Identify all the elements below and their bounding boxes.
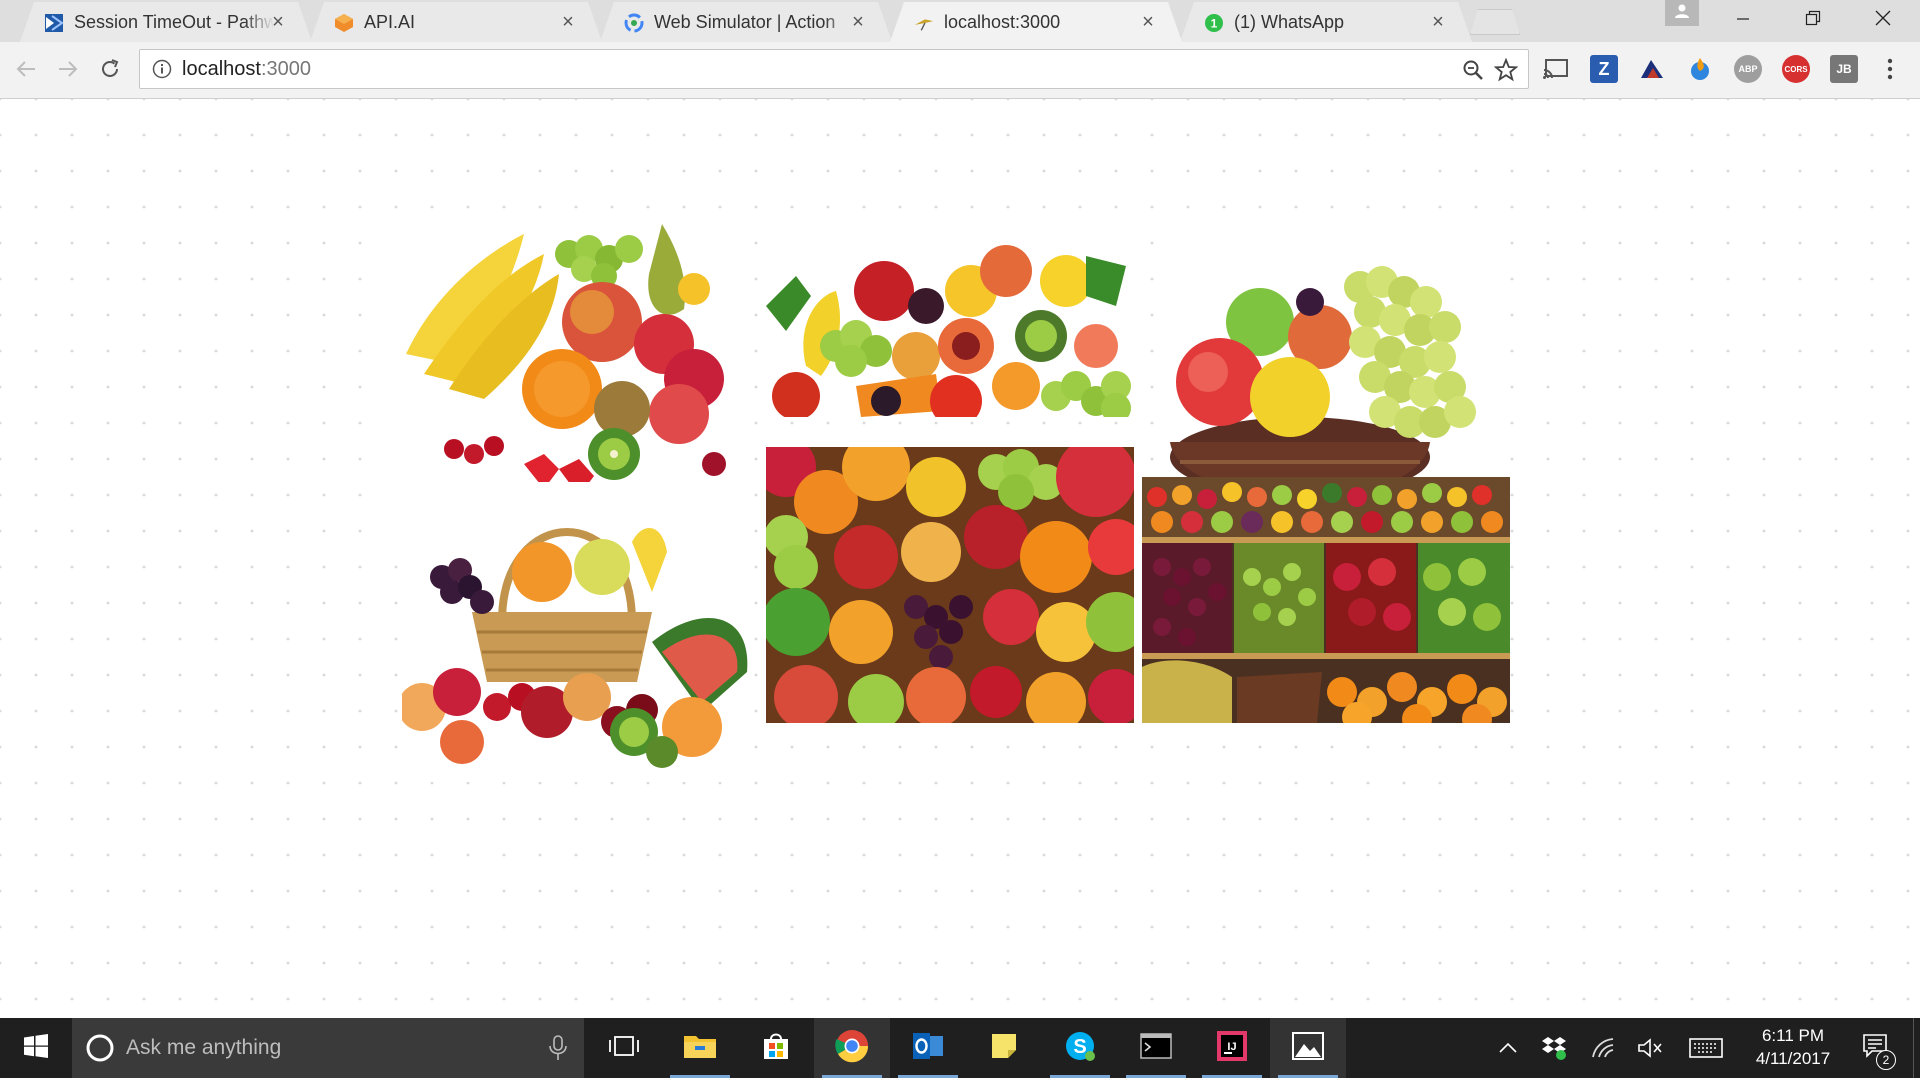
fruit-image-5[interactable]: [766, 447, 1134, 723]
show-hidden-icons-chevron-icon[interactable]: [1494, 1034, 1522, 1062]
fruit-image-4[interactable]: [402, 482, 754, 782]
wifi-icon[interactable]: [1590, 1034, 1618, 1062]
tab-title: localhost:3000: [944, 12, 1061, 32]
store-button[interactable]: [738, 1018, 814, 1078]
menu-dots-icon[interactable]: [1880, 55, 1900, 83]
extension-icon[interactable]: [1686, 55, 1714, 83]
info-icon[interactable]: [152, 59, 172, 79]
address-bar[interactable]: localhost:3000: [139, 49, 1529, 89]
url-text[interactable]: localhost:3000: [182, 58, 311, 81]
back-button[interactable]: [10, 55, 42, 87]
microphone-icon[interactable]: [548, 1034, 568, 1062]
close-window-button[interactable]: [1850, 0, 1916, 40]
tab-close-icon[interactable]: ×: [558, 11, 578, 33]
fruit-image-2[interactable]: [766, 236, 1134, 417]
extension-icon[interactable]: [1638, 55, 1666, 83]
photos-button[interactable]: [1270, 1018, 1346, 1078]
touch-keyboard-icon[interactable]: [1688, 1034, 1724, 1062]
volume-muted-icon[interactable]: [1636, 1034, 1664, 1062]
outlook-icon: [912, 1031, 944, 1066]
svg-text:IJ: IJ: [1227, 1041, 1236, 1053]
restore-icon: [1805, 9, 1821, 32]
person-icon: [1674, 3, 1690, 24]
tab-title: API.AI: [364, 12, 416, 32]
search-placeholder: Ask me anything: [126, 1036, 282, 1059]
reload-icon: [99, 58, 121, 85]
intellij-button[interactable]: IJ: [1194, 1018, 1270, 1078]
file-explorer-button[interactable]: [662, 1018, 738, 1078]
zoom-icon[interactable]: [1462, 59, 1484, 81]
back-arrow-icon: [15, 58, 37, 85]
abp-icon[interactable]: ABP: [1734, 55, 1762, 83]
cors-icon[interactable]: CORS: [1782, 55, 1810, 83]
tab-close-icon[interactable]: ×: [1138, 11, 1158, 33]
cortana-search[interactable]: Ask me anything: [72, 1018, 584, 1078]
tab-title: Web Simulator | Action: [654, 12, 836, 32]
tab-close-icon[interactable]: ×: [848, 11, 868, 33]
task-view-icon: [608, 1034, 640, 1063]
tab-title: Session TimeOut - Pathw: [74, 12, 274, 32]
notification-count-badge: 2: [1876, 1050, 1896, 1070]
close-icon: [1875, 9, 1891, 32]
start-button[interactable]: [0, 1018, 72, 1078]
zotero-icon[interactable]: Z: [1590, 55, 1618, 83]
restore-button[interactable]: [1780, 0, 1846, 40]
store-bag-icon: [761, 1031, 791, 1066]
page-content: [0, 99, 1920, 1018]
google-icon: [624, 13, 644, 33]
bookmark-star-icon[interactable]: [1493, 57, 1519, 82]
svg-text:S: S: [1073, 1036, 1086, 1058]
sticky-notes-button[interactable]: [966, 1018, 1042, 1078]
chrome-taskbar-button[interactable]: [814, 1018, 890, 1078]
fruit-image-6[interactable]: [1142, 477, 1510, 723]
skype-icon: S: [1063, 1029, 1097, 1068]
tab-close-icon[interactable]: ×: [268, 11, 288, 33]
tab-title: (1) WhatsApp: [1234, 12, 1345, 32]
terminal-icon: [1140, 1032, 1172, 1064]
jb-icon[interactable]: JB: [1830, 55, 1858, 83]
intellij-icon: IJ: [1217, 1030, 1247, 1066]
minimize-button[interactable]: [1710, 0, 1776, 40]
forward-button[interactable]: [52, 55, 84, 87]
forward-arrow-icon: [57, 58, 79, 85]
pathway-icon: [44, 13, 64, 33]
photos-icon: [1292, 1031, 1324, 1065]
minimize-icon: [1736, 9, 1750, 32]
outlook-button[interactable]: [890, 1018, 966, 1078]
clock-time: 6:11 PM: [1761, 1026, 1825, 1045]
tab-strip: Session TimeOut - Pathw × API.AI × Web S…: [0, 0, 1920, 42]
folder-icon: [683, 1032, 717, 1065]
svg-text:1: 1: [1211, 17, 1218, 31]
image-caption: [930, 434, 970, 437]
apiai-icon: [334, 13, 354, 33]
whatsapp-icon: 1: [1204, 13, 1224, 33]
cast-icon[interactable]: [1542, 55, 1570, 83]
action-center-button[interactable]: 2: [1858, 1032, 1896, 1070]
reload-button[interactable]: [94, 55, 126, 87]
kite-icon: [914, 13, 934, 33]
cortana-icon: [84, 1032, 116, 1064]
tab-apiai[interactable]: API.AI ×: [310, 2, 602, 42]
skype-button[interactable]: S: [1042, 1018, 1118, 1078]
tab-whatsapp[interactable]: 1 (1) WhatsApp ×: [1180, 2, 1472, 42]
url-host: localhost: [182, 58, 261, 80]
dropbox-icon[interactable]: [1540, 1034, 1568, 1062]
profile-button[interactable]: [1665, 0, 1699, 26]
system-clock[interactable]: 6:11 PM 4/11/2017: [1738, 1024, 1848, 1070]
windows-taskbar: Ask me anything S IJ 6:11 PM 4/11/2017 2: [0, 1018, 1920, 1078]
windows-logo-icon: [24, 1033, 48, 1063]
show-desktop-button[interactable]: [1913, 1018, 1920, 1078]
tab-localhost[interactable]: localhost:3000 ×: [890, 2, 1182, 42]
command-prompt-button[interactable]: [1118, 1018, 1194, 1078]
tab-web-simulator[interactable]: Web Simulator | Action ×: [600, 2, 892, 42]
clock-date: 4/11/2017: [1755, 1049, 1831, 1068]
new-tab-button[interactable]: [1470, 9, 1520, 35]
task-view-button[interactable]: [586, 1018, 662, 1078]
browser-toolbar: localhost:3000 Z ABP CORS JB: [0, 42, 1920, 99]
chrome-icon: [835, 1029, 869, 1068]
url-port: :3000: [260, 58, 311, 80]
sticky-notes-icon: [990, 1032, 1018, 1065]
tab-close-icon[interactable]: ×: [1428, 11, 1448, 33]
tab-session-timeout[interactable]: Session TimeOut - Pathw ×: [20, 2, 312, 42]
